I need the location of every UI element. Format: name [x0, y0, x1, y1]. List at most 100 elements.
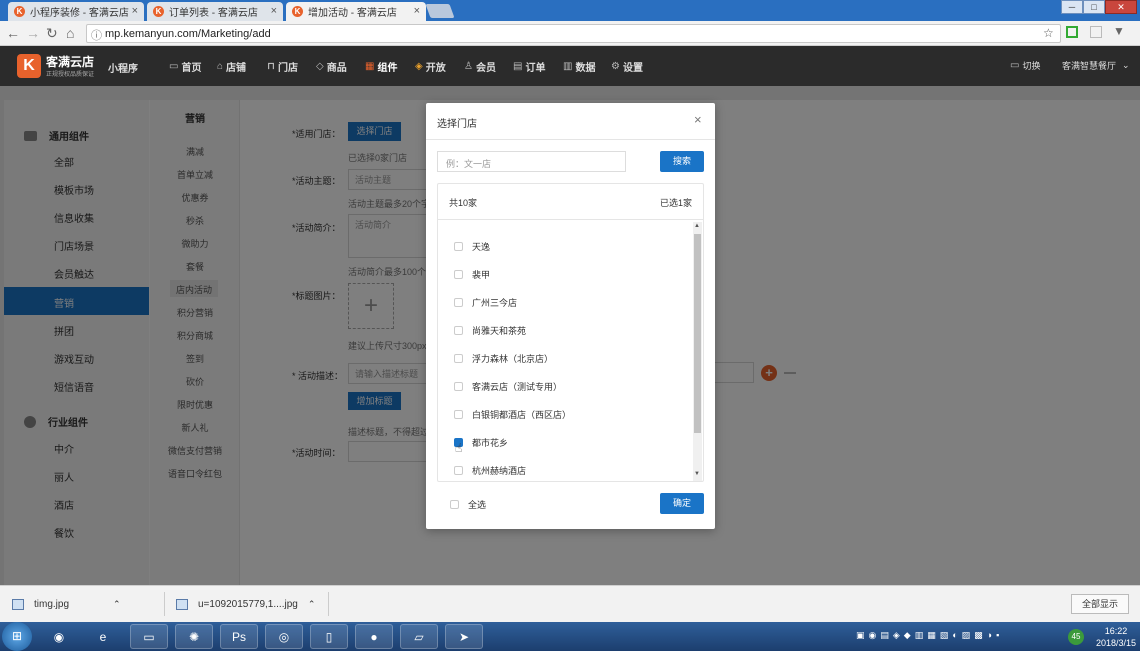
- checkbox[interactable]: [454, 381, 463, 391]
- nav-members[interactable]: ♙ 会员: [464, 59, 496, 74]
- chrome-icon[interactable]: ◎: [265, 624, 303, 649]
- checkbox[interactable]: [454, 409, 463, 419]
- app-360-icon[interactable]: ◉: [40, 624, 78, 649]
- notepad-icon[interactable]: ▱: [400, 624, 438, 649]
- select-all-label: 全选: [468, 500, 487, 510]
- scroll-up-icon[interactable]: ▲: [694, 223, 700, 229]
- home-icon: ⌂: [217, 61, 224, 72]
- nav-orders[interactable]: ▤ 订单: [513, 59, 545, 74]
- nav-shop[interactable]: ⌂ 店铺: [217, 59, 246, 74]
- checkbox[interactable]: [454, 269, 463, 279]
- logo-subtext: 正规授权品质保证: [46, 72, 95, 78]
- checkbox[interactable]: [454, 465, 463, 475]
- account-menu[interactable]: 客满智慧餐厅 ⌄: [1062, 59, 1130, 72]
- ie-icon[interactable]: e: [84, 624, 122, 649]
- browser-tab-bar: K 小程序装修 - 客满云店 × K 订单列表 - 客满云店 × K 增加活动 …: [0, 0, 1140, 21]
- nav-label: 门店: [277, 63, 298, 74]
- back-arrow-icon[interactable]: ←: [6, 25, 20, 41]
- clock[interactable]: 16:22 2018/3/15: [1094, 625, 1138, 649]
- scroll-down-icon[interactable]: ▼: [694, 471, 700, 477]
- switch-icon: ▭: [1010, 60, 1020, 71]
- nav-label: 设置: [622, 63, 643, 74]
- nav-data[interactable]: ▥ 数据: [563, 59, 595, 74]
- store-row[interactable]: 尚雅天和茶苑: [454, 321, 526, 339]
- store-row[interactable]: 广州三今店: [454, 293, 517, 311]
- download-item[interactable]: timg.jpg ⌃: [12, 599, 121, 610]
- divider: [328, 592, 329, 616]
- forward-arrow-icon[interactable]: →: [26, 25, 40, 41]
- nav-label: 数据: [575, 63, 596, 74]
- system-tray-icons[interactable]: ▣◉▤◈◆▥▦▧◐▨▩◑▪: [856, 630, 1003, 641]
- reload-icon[interactable]: ↻: [46, 25, 58, 42]
- checkbox[interactable]: [454, 297, 463, 307]
- list-icon: ▤: [513, 61, 523, 72]
- total-count: 共10家: [449, 198, 478, 208]
- search-button[interactable]: 搜索: [660, 151, 704, 172]
- store-row[interactable]: 客满云店（测试专用）: [454, 377, 562, 395]
- nav-settings[interactable]: ⚙ 设置: [611, 59, 643, 74]
- feather-app-icon[interactable]: ➤: [445, 624, 483, 649]
- scrollbar-thumb[interactable]: [694, 234, 701, 433]
- photoshop-icon[interactable]: Ps: [220, 624, 258, 649]
- tab-1[interactable]: K 小程序装修 - 客满云店 ×: [8, 2, 144, 21]
- store-search-input[interactable]: 例：文一店: [437, 151, 626, 172]
- grid-icon: ▦: [365, 61, 375, 72]
- store-row[interactable]: 裴甲: [454, 265, 490, 283]
- minimize-button[interactable]: ─: [1061, 0, 1083, 14]
- star-icon[interactable]: ☆: [1043, 26, 1054, 40]
- window-close-button[interactable]: ✕: [1105, 0, 1137, 14]
- folder-icon[interactable]: ▭: [130, 624, 168, 649]
- checkbox[interactable]: [450, 500, 459, 509]
- store-name: 尚雅天和茶苑: [472, 325, 527, 336]
- tray-badge[interactable]: 45: [1068, 629, 1084, 645]
- tab-3-active[interactable]: K 增加活动 - 客满云店 ×: [286, 2, 426, 21]
- close-icon[interactable]: ×: [132, 5, 138, 17]
- url-text: mp.kemanyun.com/Marketing/add: [105, 28, 271, 40]
- chevron-up-icon[interactable]: ⌃: [308, 599, 316, 610]
- nav-goods[interactable]: ◇ 商品: [316, 59, 347, 74]
- start-button[interactable]: ⊞: [2, 622, 32, 651]
- select-store-modal: 选择门店 × 例：文一店 搜索 共10家 已选1家 天逸 裴甲 广州三今店 尚雅…: [426, 103, 715, 529]
- url-input[interactable]: ⓘ mp.kemanyun.com/Marketing/add ☆: [86, 24, 1061, 43]
- extension-icon[interactable]: [1066, 26, 1078, 38]
- obs-icon[interactable]: ●: [355, 624, 393, 649]
- nav-open[interactable]: ◈ 开放: [415, 59, 446, 74]
- nav-label: 商品: [326, 63, 347, 74]
- close-icon[interactable]: ×: [694, 112, 702, 127]
- app-icon[interactable]: ✺: [175, 624, 213, 649]
- new-tab-button[interactable]: [425, 4, 455, 18]
- nav-home[interactable]: ▭ 首页: [169, 59, 201, 74]
- tab-2[interactable]: K 订单列表 - 客满云店 ×: [147, 2, 283, 21]
- home-icon[interactable]: ⌂: [66, 25, 74, 41]
- store-row[interactable]: 白银铜都酒店（西区店）: [454, 405, 571, 423]
- store-row[interactable]: 浮力森林（北京店）: [454, 349, 553, 367]
- checkbox[interactable]: [454, 325, 463, 335]
- info-icon: ⓘ: [91, 30, 102, 42]
- store-name: 都市花乡: [472, 437, 509, 448]
- show-all-button[interactable]: 全部显示: [1071, 594, 1129, 614]
- confirm-button[interactable]: 确定: [660, 493, 704, 514]
- store-row[interactable]: 杭州赫纳酒店: [454, 461, 526, 479]
- store-name: 白银铜都酒店（西区店）: [472, 409, 572, 420]
- select-all-control[interactable]: 全选: [450, 498, 486, 511]
- chevron-down-icon: ⌄: [1122, 60, 1130, 70]
- phone-app-icon[interactable]: ▯: [310, 624, 348, 649]
- checkbox[interactable]: [454, 241, 463, 251]
- close-icon[interactable]: ×: [414, 5, 420, 17]
- nav-label: 店铺: [226, 63, 247, 74]
- chevron-up-icon[interactable]: ⌃: [113, 599, 121, 610]
- selected-count: 已选1家: [659, 198, 692, 208]
- checkbox[interactable]: [454, 353, 463, 363]
- store-list-panel: 共10家 已选1家 天逸 裴甲 广州三今店 尚雅天和茶苑 浮力森林（北京店） 客…: [437, 183, 704, 482]
- download-filename: timg.jpg: [34, 599, 70, 610]
- windows-taskbar: ⊞ ◉ e ▭ ✺ Ps ◎ ▯ ● ▱ ➤ ▣◉▤◈◆▥▦▧◐▨▩◑▪ 45 …: [0, 622, 1140, 651]
- menu-icon[interactable]: ▼: [1113, 24, 1125, 38]
- close-icon[interactable]: ×: [271, 5, 277, 17]
- nav-components[interactable]: ▦ 组件: [365, 59, 397, 74]
- nav-stores[interactable]: ⊓ 门店: [267, 59, 298, 74]
- download-item[interactable]: u=1092015779,1....jpg ⌃: [176, 599, 315, 610]
- switch-button[interactable]: ▭ 切换: [1010, 59, 1040, 72]
- maximize-button[interactable]: □: [1083, 0, 1105, 14]
- store-row[interactable]: 天逸: [454, 237, 490, 255]
- extension-icon[interactable]: [1090, 26, 1102, 38]
